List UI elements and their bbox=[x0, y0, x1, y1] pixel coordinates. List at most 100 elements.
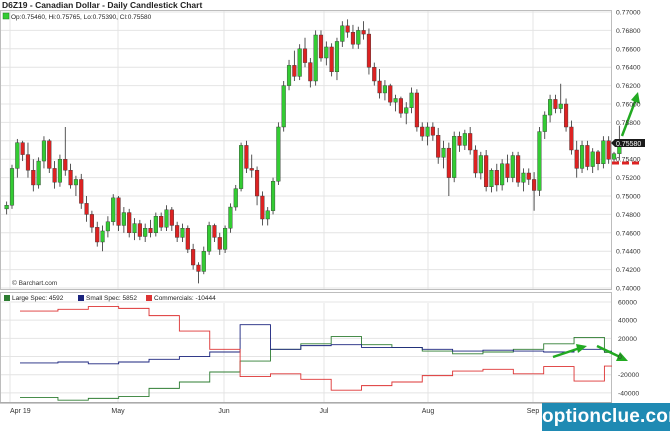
candle-up bbox=[548, 99, 553, 116]
candle-down bbox=[388, 85, 393, 103]
candle-up bbox=[404, 107, 409, 114]
x-tick-label: Jul bbox=[320, 408, 329, 415]
candle-down bbox=[377, 80, 382, 94]
chart-title: D6Z19 - Canadian Dollar - Daily Candlest… bbox=[2, 0, 202, 10]
candle-up bbox=[510, 155, 515, 178]
candle-up bbox=[239, 145, 244, 189]
candle-down bbox=[20, 142, 25, 155]
y-tick-label: 0.74800 bbox=[616, 212, 641, 219]
y-tick-label: 0.75800 bbox=[616, 120, 641, 127]
candle-down bbox=[260, 195, 265, 220]
ohlc-legend: Op:0.75460, Hi:0.75765, Lo:0.75390, Cl:0… bbox=[11, 14, 152, 21]
small-spec-swatch bbox=[78, 295, 84, 301]
y-tick-label: 0.75200 bbox=[616, 175, 641, 182]
candle-up bbox=[462, 133, 467, 146]
candle-down bbox=[430, 126, 435, 136]
candle-down bbox=[84, 203, 89, 215]
y-tick-label: 0.76800 bbox=[616, 28, 641, 35]
x-tick-label: Jun bbox=[218, 408, 229, 415]
y-tick-label: 0.76600 bbox=[616, 46, 641, 53]
small-spec-legend: Small Spec: 5852 bbox=[86, 295, 137, 302]
cot-y-tick-label: 20000 bbox=[618, 336, 637, 343]
y-tick-label: 0.75000 bbox=[616, 194, 641, 201]
candle-up bbox=[180, 227, 185, 238]
candle-up bbox=[590, 151, 595, 167]
candle-up bbox=[121, 212, 126, 226]
candle-down bbox=[89, 214, 94, 228]
y-tick-label: 0.77000 bbox=[616, 10, 641, 17]
candle-up bbox=[579, 145, 585, 169]
cot-y-tick-label: -40000 bbox=[618, 390, 639, 397]
candle-down bbox=[137, 223, 142, 237]
candle-up bbox=[201, 250, 206, 272]
candle-down bbox=[398, 98, 403, 114]
large-spec-legend: Large Spec: 4592 bbox=[12, 295, 64, 302]
candle-down bbox=[569, 126, 574, 151]
candle-down bbox=[212, 225, 217, 238]
candle-down bbox=[25, 154, 31, 171]
candle-up bbox=[100, 230, 105, 243]
candle-down bbox=[329, 46, 334, 72]
candle-down bbox=[68, 170, 73, 186]
x-tick-label: Sep bbox=[527, 408, 540, 415]
candle-up bbox=[382, 85, 387, 94]
candle-up bbox=[452, 135, 457, 178]
candle-up bbox=[425, 126, 430, 137]
candle-down bbox=[595, 151, 601, 164]
candle-up bbox=[297, 48, 302, 77]
candle-down bbox=[52, 168, 57, 183]
candle-up bbox=[356, 30, 361, 45]
candle-up bbox=[228, 206, 233, 229]
candle-down bbox=[127, 212, 132, 233]
candle-up bbox=[9, 168, 15, 206]
candle-down bbox=[302, 48, 308, 63]
candle-down bbox=[196, 264, 201, 272]
candle-down bbox=[95, 227, 100, 243]
candle-down bbox=[79, 179, 84, 204]
candle-up bbox=[57, 158, 63, 183]
candle-up bbox=[41, 140, 47, 162]
candle-down bbox=[47, 140, 52, 169]
candle-up bbox=[601, 140, 606, 165]
candle-down bbox=[494, 170, 499, 186]
y-tick-label: 0.76200 bbox=[616, 83, 641, 90]
candle-down bbox=[516, 155, 521, 183]
last-price-marker: 0.75580 bbox=[611, 139, 645, 148]
candle-down bbox=[553, 99, 558, 109]
candle-up bbox=[334, 41, 340, 72]
candle-down bbox=[366, 33, 372, 68]
candle-up bbox=[276, 126, 281, 182]
candle-up bbox=[207, 225, 212, 252]
candle-up bbox=[143, 227, 148, 237]
y-tick-label: 0.74400 bbox=[616, 249, 641, 256]
candle-down bbox=[532, 179, 537, 191]
y-tick-label: 0.74600 bbox=[616, 230, 641, 237]
candle-down bbox=[249, 168, 254, 171]
candle-down bbox=[308, 62, 313, 82]
cot-y-tick-label: -20000 bbox=[618, 372, 639, 379]
y-tick-label: 0.75400 bbox=[616, 157, 641, 164]
candle-up bbox=[15, 142, 20, 169]
commercials-legend: Commercials: -10444 bbox=[154, 295, 216, 302]
candle-down bbox=[473, 149, 478, 174]
candle-down bbox=[526, 172, 531, 180]
candle-up bbox=[73, 179, 78, 186]
candle-up bbox=[286, 65, 292, 86]
commercials-swatch bbox=[146, 295, 152, 301]
candle-up bbox=[489, 170, 494, 188]
ohlc-legend-swatch bbox=[2, 12, 10, 20]
candle-up bbox=[223, 227, 228, 250]
candle-down bbox=[361, 30, 366, 35]
large-spec-swatch bbox=[4, 295, 10, 301]
candle-down bbox=[345, 25, 350, 33]
cot-panel-frame bbox=[0, 292, 612, 403]
candle-down bbox=[159, 216, 164, 228]
candle-up bbox=[281, 85, 286, 128]
candle-down bbox=[468, 133, 473, 151]
candle-up bbox=[558, 103, 563, 109]
cot-candlestick-chart: Apr 19 May Jun Jul Aug Sep 0.77000 0.76800 0.766… bbox=[0, 0, 645, 415]
candle-up bbox=[313, 34, 318, 82]
x-tick-label: Aug bbox=[422, 408, 435, 415]
candle-up bbox=[409, 92, 414, 108]
candle-up bbox=[105, 221, 110, 232]
